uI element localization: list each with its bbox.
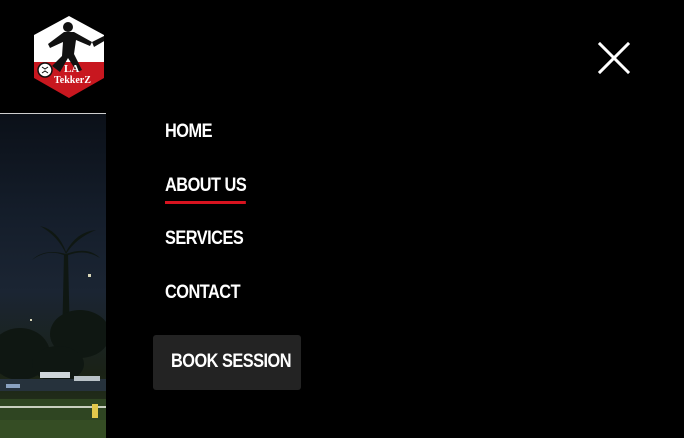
nav-item-label: CONTACT: [165, 282, 241, 303]
nav-item-label: HOME: [165, 121, 212, 142]
book-session-label: BOOK SESSION: [171, 351, 292, 372]
close-icon: [597, 41, 631, 75]
mobile-nav-overlay: LA TekkerZ HOME ABOUT US SERVICES CONTAC…: [0, 0, 684, 438]
active-indicator: [165, 201, 247, 204]
nav-item-about-us[interactable]: ABOUT US: [165, 172, 247, 204]
nav-item-services[interactable]: SERVICES: [165, 225, 244, 253]
hero-background-image: [0, 114, 106, 438]
nav-item-label: ABOUT US: [165, 175, 247, 196]
logo-text-tekkerz: TekkerZ: [54, 75, 91, 86]
book-session-button[interactable]: BOOK SESSION: [153, 335, 301, 390]
nav-item-label: SERVICES: [165, 228, 244, 249]
nav-item-contact[interactable]: CONTACT: [165, 279, 241, 307]
site-logo[interactable]: LA TekkerZ: [30, 14, 108, 100]
logo-text-la: LA: [64, 63, 79, 75]
nav-item-home[interactable]: HOME: [165, 118, 212, 146]
close-menu-button[interactable]: [596, 40, 632, 76]
